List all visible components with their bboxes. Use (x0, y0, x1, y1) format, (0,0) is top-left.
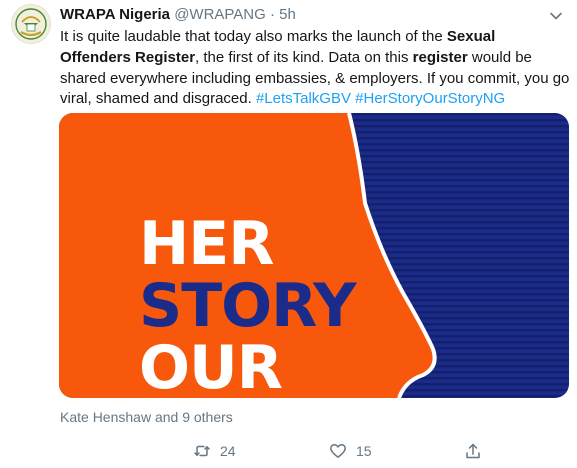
hashtag-herstoryourstoryng[interactable]: #HerStoryOurStoryNG (355, 90, 505, 107)
graphic-word-her: HER (139, 209, 274, 279)
share-icon (466, 443, 480, 459)
campaign-graphic (59, 113, 569, 398)
tweet-actions: 24 15 (60, 440, 530, 462)
tweet-timestamp[interactable]: 5h (279, 6, 296, 23)
graphic-word-story: STORY (139, 271, 357, 341)
liked-by-link[interactable]: Kate Henshaw and 9 others (60, 408, 233, 426)
chevron-down-icon (550, 12, 562, 20)
graphic-word-our: OUR (139, 333, 283, 398)
tweet-header: WRAPA Nigeria @WRAPANG · 5h (60, 4, 537, 26)
retweet-count: 24 (220, 443, 236, 459)
tweet[interactable]: WRAPA Nigeria @WRAPANG · 5h It is quite … (0, 0, 577, 468)
avatar[interactable] (11, 4, 51, 44)
separator-dot: · (269, 6, 275, 23)
retweet-button[interactable]: 24 (193, 440, 236, 462)
heart-icon (330, 444, 346, 458)
text-segment: It is quite laudable that today also mar… (60, 28, 447, 45)
retweet-icon (194, 445, 210, 457)
bold-phrase-offenders-register: Offenders Register (60, 48, 196, 66)
hashtag-letstalkgbv[interactable]: #LetsTalkGBV (256, 90, 351, 107)
wrapa-logo-icon (13, 6, 49, 42)
text-segment: , the first of its kind. Data on this (195, 48, 413, 66)
share-button[interactable] (464, 440, 491, 462)
tweet-image[interactable]: HER STORY OUR (59, 113, 569, 398)
author-name[interactable]: WRAPA Nigeria (60, 6, 170, 23)
more-options-button[interactable] (547, 7, 565, 25)
author-handle[interactable]: @WRAPANG (174, 6, 266, 23)
bold-phrase-sexual: Sexual (446, 28, 496, 45)
like-count: 15 (356, 443, 372, 459)
like-button[interactable]: 15 (329, 440, 372, 462)
bold-word-register: register (412, 48, 468, 66)
tweet-text: It is quite laudable that today also mar… (60, 27, 570, 110)
